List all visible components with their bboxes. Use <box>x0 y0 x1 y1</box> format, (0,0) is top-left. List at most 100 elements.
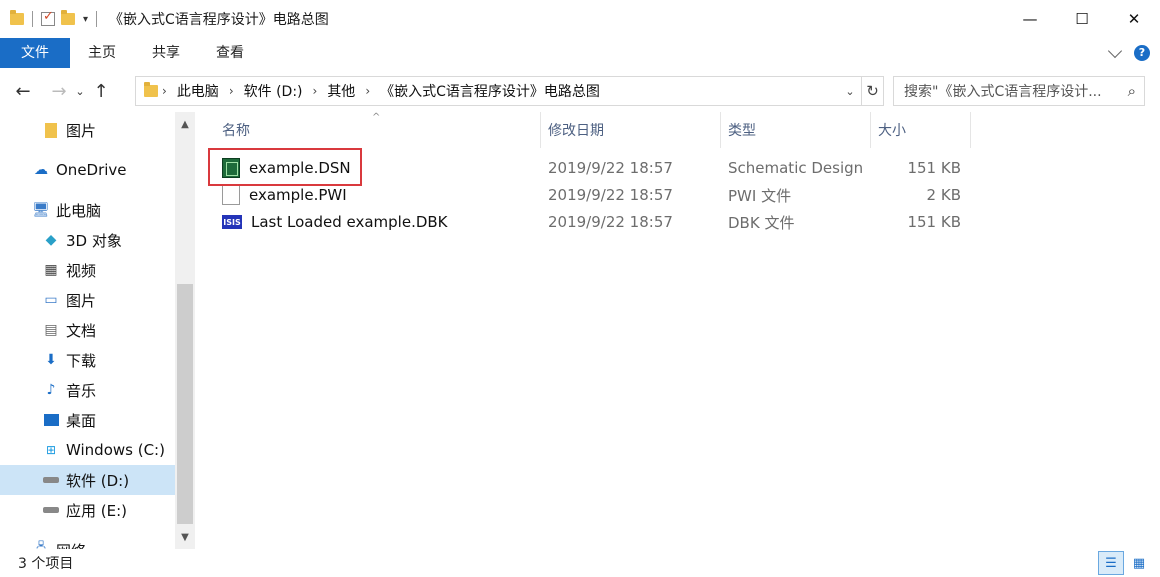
file-date: 2019/9/22 18:57 <box>548 213 673 231</box>
film-icon: ▦ <box>44 262 58 278</box>
breadcrumb-separator[interactable]: › <box>361 84 374 98</box>
separator <box>96 11 98 27</box>
up-button[interactable]: ↑ <box>88 76 114 106</box>
windows-drive-icon: ⊞ <box>45 443 57 457</box>
column-divider[interactable] <box>540 112 541 148</box>
column-header-name[interactable]: 名称 <box>222 112 250 148</box>
computer-icon: 🖥 <box>32 202 50 218</box>
sidebar-item-network[interactable]: 🖧 网络 <box>0 535 175 549</box>
file-date: 2019/9/22 18:57 <box>548 159 673 177</box>
ribbon-tabs: 文件 主页 共享 查看 ? <box>0 38 1160 68</box>
column-header-type[interactable]: 类型 <box>728 112 756 148</box>
network-icon: 🖧 <box>33 541 49 549</box>
scroll-up-button[interactable]: ▲ <box>175 114 195 134</box>
file-type: PWI 文件 <box>728 186 792 205</box>
address-bar[interactable]: › 此电脑 › 软件 (D:) › 其他 › 《嵌入式C语言程序设计》电路总图 … <box>135 76 884 106</box>
breadcrumb-current-folder[interactable]: 《嵌入式C语言程序设计》电路总图 <box>374 81 606 101</box>
tab-file[interactable]: 文件 <box>0 38 70 68</box>
recent-locations-button[interactable]: ⌄ <box>72 76 88 106</box>
ribbon-controls: ? <box>1107 38 1150 68</box>
column-divider[interactable] <box>970 112 971 148</box>
sidebar-item-videos[interactable]: ▦ 视频 <box>0 255 175 285</box>
forward-button[interactable]: → <box>46 76 72 106</box>
sidebar-item-downloads[interactable]: ⬇ 下载 <box>0 345 175 375</box>
sidebar-item-label: 视频 <box>66 261 97 280</box>
highlight-box <box>208 148 362 186</box>
drive-icon <box>42 472 60 488</box>
title-bar: ▾ 《嵌入式C语言程序设计》电路总图 — ☐ ✕ <box>0 0 1160 38</box>
tab-view[interactable]: 查看 <box>198 38 262 68</box>
sidebar-item-onedrive[interactable]: ☁ OneDrive <box>0 155 175 185</box>
sidebar-item-this-pc[interactable]: 🖥 此电脑 <box>0 195 175 225</box>
file-name-cell[interactable]: ISIS Last Loaded example.DBK <box>222 209 448 235</box>
file-type: DBK 文件 <box>728 213 795 232</box>
file-name: example.PWI <box>249 186 347 204</box>
column-header-date[interactable]: 修改日期 <box>548 112 604 148</box>
customize-toolbar-icon[interactable]: ▾ <box>83 14 88 25</box>
back-button[interactable]: ← <box>10 76 36 106</box>
sidebar-item-desktop[interactable]: 桌面 <box>0 405 175 435</box>
breadcrumb-other[interactable]: 其他 <box>321 81 361 101</box>
column-divider[interactable] <box>720 112 721 148</box>
large-icons-view-button[interactable]: ▦ <box>1126 551 1152 575</box>
maximize-button[interactable]: ☐ <box>1056 0 1108 38</box>
search-input[interactable]: 搜索"《嵌入式C语言程序设计... <box>904 81 1122 101</box>
properties-icon[interactable] <box>41 9 55 26</box>
details-view-button[interactable]: ☰ <box>1098 551 1124 575</box>
breadcrumb-separator[interactable]: › <box>158 84 171 98</box>
column-divider[interactable] <box>870 112 871 148</box>
sidebar-item-label: 下载 <box>66 351 97 370</box>
tab-home[interactable]: 主页 <box>70 38 134 68</box>
cloud-icon: ☁ <box>34 162 48 178</box>
navigation-pane: 图片 ☁ OneDrive 🖥 此电脑 ◆ 3D 对象 ▦ 视频 ▭ 图片 ▤ … <box>0 112 195 549</box>
sidebar-item-documents[interactable]: ▤ 文档 <box>0 315 175 345</box>
scrollbar-thumb[interactable] <box>177 284 193 524</box>
file-size: 151 KB <box>907 213 961 231</box>
search-box[interactable]: 搜索"《嵌入式C语言程序设计... ⌕ <box>893 76 1145 106</box>
sidebar-item-pictures-quick[interactable]: 图片 <box>0 115 175 145</box>
sidebar-item-label: Windows (C:) <box>66 441 165 459</box>
isis-file-icon: ISIS <box>222 215 242 229</box>
breadcrumb-this-pc[interactable]: 此电脑 <box>171 81 225 101</box>
breadcrumb-separator[interactable]: › <box>309 84 322 98</box>
sidebar-item-label: 3D 对象 <box>66 231 122 250</box>
minimize-button[interactable]: — <box>1004 0 1056 38</box>
sidebar-item-label: 图片 <box>66 121 97 140</box>
music-icon: ♪ <box>46 382 56 398</box>
address-history-dropdown[interactable]: ⌄ <box>839 77 861 105</box>
quick-access-toolbar: ▾ <box>0 0 99 38</box>
refresh-button[interactable]: ↻ <box>861 77 883 105</box>
tab-share[interactable]: 共享 <box>134 38 198 68</box>
navigation-bar: ← → ⌄ ↑ › 此电脑 › 软件 (D:) › 其他 › 《嵌入式C语言程序… <box>0 74 1160 108</box>
sidebar-item-music[interactable]: ♪ 音乐 <box>0 375 175 405</box>
sidebar-item-label: 网络 <box>56 540 86 550</box>
sidebar-item-label: 图片 <box>66 291 97 310</box>
window-title: 《嵌入式C语言程序设计》电路总图 <box>109 12 329 28</box>
help-icon[interactable]: ? <box>1134 45 1150 61</box>
blank-file-icon <box>222 185 240 205</box>
item-count: 3 个项目 <box>18 556 74 572</box>
status-bar: 3 个项目 ☰ ▦ <box>0 549 1160 577</box>
file-name: Last Loaded example.DBK <box>251 213 448 231</box>
search-icon[interactable]: ⌕ <box>1128 82 1136 100</box>
address-actions: ⌄ ↻ <box>839 77 883 105</box>
column-header-size[interactable]: 大小 <box>878 112 906 148</box>
picture-icon: ▭ <box>44 292 58 308</box>
sidebar-item-drive-d[interactable]: 软件 (D:) <box>0 465 175 495</box>
breadcrumb-drive-d[interactable]: 软件 (D:) <box>238 81 309 101</box>
scroll-down-button[interactable]: ▼ <box>175 527 195 547</box>
sidebar-item-label: 文档 <box>66 321 97 340</box>
document-icon: ▤ <box>44 322 58 338</box>
sidebar-item-pictures[interactable]: ▭ 图片 <box>0 285 175 315</box>
breadcrumb-separator[interactable]: › <box>225 84 238 98</box>
expand-ribbon-icon[interactable] <box>1107 43 1123 59</box>
sidebar-item-drive-e[interactable]: 应用 (E:) <box>0 495 175 525</box>
sidebar-item-label: 应用 (E:) <box>66 501 128 520</box>
sidebar-scrollbar[interactable]: ▲ ▼ <box>175 112 195 549</box>
sidebar-item-3d-objects[interactable]: ◆ 3D 对象 <box>0 225 175 255</box>
sort-indicator: ^ <box>372 112 381 123</box>
table-row[interactable]: ISIS Last Loaded example.DBK 2019/9/22 1… <box>200 209 1160 235</box>
close-button[interactable]: ✕ <box>1108 0 1160 38</box>
sidebar-item-drive-c[interactable]: ⊞ Windows (C:) <box>0 435 175 465</box>
new-folder-icon[interactable] <box>61 10 75 25</box>
